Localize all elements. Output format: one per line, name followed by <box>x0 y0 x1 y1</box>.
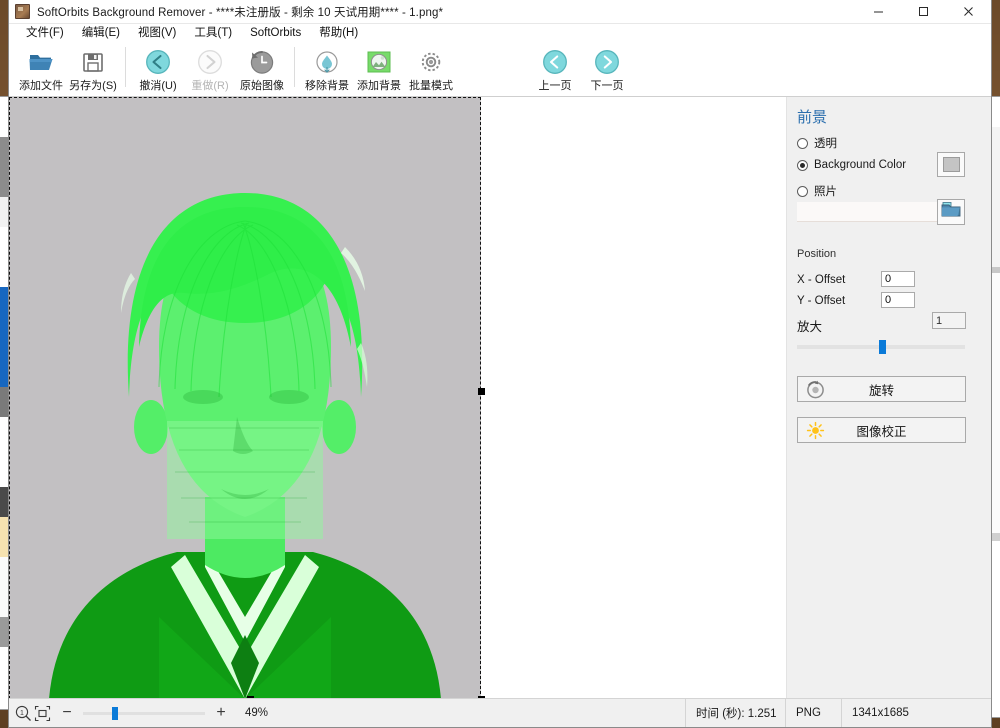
zoom-100-icon: 1 <box>15 705 31 721</box>
next-page-button[interactable]: 下一页 <box>581 44 633 94</box>
photo-path-input[interactable] <box>797 202 937 222</box>
scale-label: 放大 <box>797 320 823 334</box>
y-offset-label: Y - Offset <box>797 295 846 307</box>
zoom-in-button[interactable]: + <box>213 705 229 721</box>
image-correction-button-label: 图像校正 <box>856 424 907 439</box>
next-page-label: 下一页 <box>590 80 624 92</box>
batch-mode-label: 批量模式 <box>409 80 453 92</box>
undo-button[interactable]: 撤消(U) <box>132 44 184 94</box>
svg-text:1: 1 <box>20 710 24 717</box>
zoom-out-button[interactable]: − <box>59 705 75 721</box>
revert-clock-icon <box>249 48 275 75</box>
menu-bar: 文件(F) 编辑(E) 视图(V) 工具(T) SoftOrbits 帮助(H) <box>9 24 991 44</box>
add-file-label: 添加文件 <box>19 80 63 92</box>
status-time: 时间 (秒): 1.251 <box>685 699 796 727</box>
remove-background-label: 移除背景 <box>305 80 349 92</box>
redo-label: 重做(R) <box>191 80 229 92</box>
scale-slider[interactable] <box>797 340 965 354</box>
undo-arrow-icon <box>145 48 171 75</box>
open-folder-icon <box>28 48 54 75</box>
app-icon <box>15 4 30 19</box>
radio-transparent[interactable]: 透明 <box>797 135 837 151</box>
status-dimensions: 1341x1685 <box>841 699 1000 727</box>
gear-icon <box>419 48 443 75</box>
radio-photo-label: 照片 <box>814 186 837 198</box>
radio-transparent-label: 透明 <box>814 138 837 150</box>
zoom-slider[interactable] <box>83 706 205 720</box>
resize-handle-right[interactable] <box>478 388 485 395</box>
toolbar-group-pagination: 上一页 下一页 <box>529 44 633 96</box>
zoom-slider-thumb[interactable] <box>112 706 118 720</box>
prev-page-label: 上一页 <box>538 80 572 92</box>
rotate-button[interactable]: 旋转 <box>797 376 966 402</box>
toolbar-separator-1 <box>125 47 126 87</box>
original-image-label: 原始图像 <box>240 80 284 92</box>
add-file-button[interactable]: 添加文件 <box>15 44 67 94</box>
radio-background-color-label: Background Color <box>814 159 907 171</box>
redo-arrow-icon <box>197 48 223 75</box>
background-color-swatch <box>942 157 960 172</box>
x-offset-label: X - Offset <box>797 274 846 286</box>
prev-page-button[interactable]: 上一页 <box>529 44 581 94</box>
toolbar-separator-2 <box>294 47 295 87</box>
menu-item-help[interactable]: 帮助(H) <box>310 24 367 43</box>
toolbar-group-bg: 移除背景 添加背景 批量模式 <box>301 44 457 96</box>
menu-item-view[interactable]: 视图(V) <box>129 24 185 43</box>
batch-mode-button[interactable]: 批量模式 <box>405 44 457 94</box>
scale-slider-thumb[interactable] <box>879 340 886 354</box>
close-button[interactable] <box>946 0 991 23</box>
window-title: SoftOrbits Background Remover - ****未注册版… <box>37 6 444 19</box>
image-correction-button[interactable]: 图像校正 <box>797 417 966 443</box>
browse-photo-button[interactable] <box>937 199 965 225</box>
undo-label: 撤消(U) <box>139 80 177 92</box>
radio-background-color[interactable]: Background Color <box>797 159 906 171</box>
background-color-picker[interactable] <box>937 152 965 177</box>
photo-content <box>9 97 481 698</box>
edited-image[interactable] <box>9 97 481 698</box>
add-background-label: 添加背景 <box>357 80 401 92</box>
floppy-save-icon <box>82 48 104 75</box>
menu-item-softorbits[interactable]: SoftOrbits <box>241 24 310 43</box>
rotate-button-label: 旋转 <box>868 383 894 398</box>
brightness-sun-icon <box>806 421 825 443</box>
original-image-button[interactable]: 原始图像 <box>236 44 288 94</box>
zoom-fit-icon <box>34 705 51 721</box>
radio-photo-indicator[interactable] <box>797 185 808 197</box>
work-area: yinghezhan.com 前景 透明 Background Color 照片 <box>9 97 991 698</box>
picture-add-icon <box>366 48 392 75</box>
remove-background-button[interactable]: 移除背景 <box>301 44 353 94</box>
radio-background-color-indicator[interactable] <box>797 159 808 171</box>
minimize-button[interactable] <box>856 0 901 23</box>
position-section-label: Position <box>797 248 837 260</box>
save-as-label: 另存为(S) <box>69 80 117 92</box>
menu-item-file[interactable]: 文件(F) <box>17 24 73 43</box>
menu-item-edit[interactable]: 编辑(E) <box>73 24 129 43</box>
y-offset-input[interactable] <box>881 292 915 308</box>
toolbar-group-file: 添加文件 另存为(S) <box>15 44 119 96</box>
folder-icon <box>941 201 961 223</box>
save-as-button[interactable]: 另存为(S) <box>67 44 119 94</box>
toolbar-group-edit: 撤消(U) 重做(R) 原始图像 <box>132 44 288 96</box>
maximize-button[interactable] <box>901 0 946 23</box>
image-canvas[interactable]: yinghezhan.com <box>9 97 787 698</box>
x-offset-input[interactable] <box>881 271 915 287</box>
add-background-button[interactable]: 添加背景 <box>353 44 405 94</box>
radio-photo[interactable]: 照片 <box>797 183 837 199</box>
rotate-icon <box>806 380 825 402</box>
chevron-left-icon <box>542 48 568 75</box>
status-bar: 1 − + 49% 时间 (秒): 1.251 PNG 1341x1685 <box>9 698 991 727</box>
chevron-right-icon <box>594 48 620 75</box>
menu-item-tools[interactable]: 工具(T) <box>185 24 241 43</box>
zoom-percentage: 49% <box>245 707 269 719</box>
zoom-fit-icons[interactable]: 1 <box>15 705 51 722</box>
application-window: SoftOrbits Background Remover - ****未注册版… <box>8 0 992 728</box>
foreground-panel: 前景 透明 Background Color 照片 Position X - O… <box>787 97 991 698</box>
toolbar: 添加文件 另存为(S) 撤消(U) 重做(R) 原始图像 移除背景 添加背景 批… <box>9 44 991 97</box>
redo-button: 重做(R) <box>184 44 236 94</box>
panel-title: 前景 <box>797 109 828 126</box>
scale-input[interactable] <box>932 312 966 329</box>
radio-transparent-indicator[interactable] <box>797 137 808 149</box>
droplet-remove-icon <box>315 48 339 75</box>
title-bar[interactable]: SoftOrbits Background Remover - ****未注册版… <box>9 0 991 24</box>
